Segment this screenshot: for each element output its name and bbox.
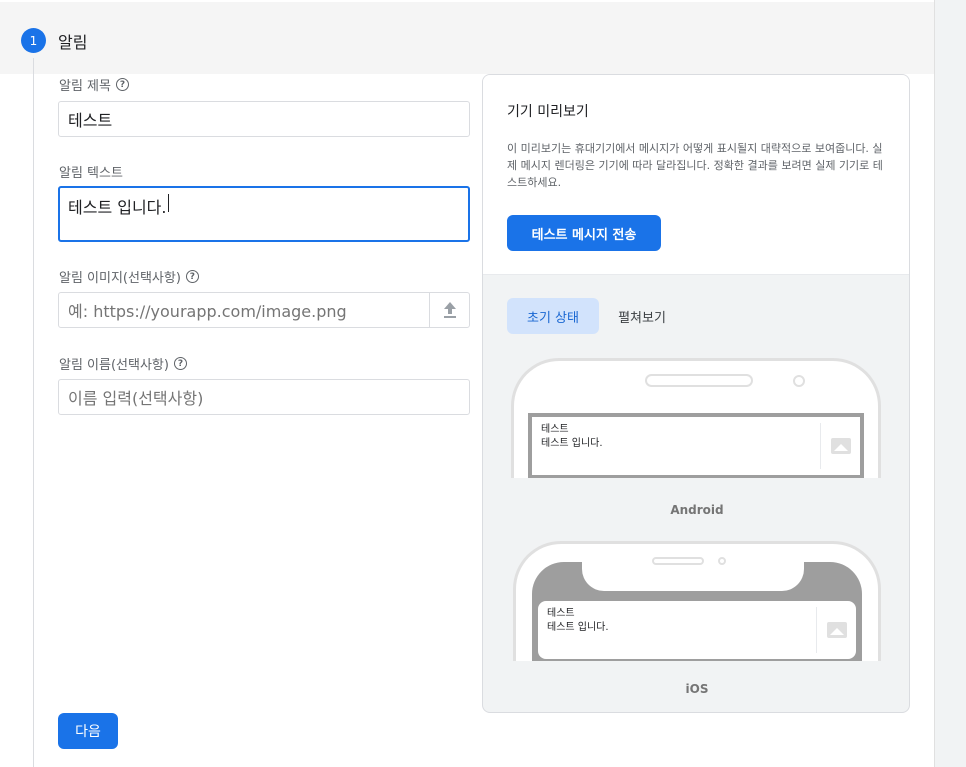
image-icon (826, 622, 847, 638)
android-camera (793, 375, 805, 387)
text-caret (167, 194, 169, 212)
notification-image-placeholder: 예: https://yourapp.com/image.png (68, 302, 347, 321)
step-title: 알림 (58, 33, 88, 52)
ios-camera (718, 557, 726, 565)
preview-header: 기기 미리보기 이 미리보기는 휴대기기에서 메시지가 어떻게 표시될지 대략적… (483, 75, 909, 275)
step-connector-line (33, 58, 34, 767)
notification-name-placeholder: 이름 입력(선택사항) (68, 389, 204, 408)
notification-name-label: 알림 이름(선택사항) ? (59, 354, 187, 373)
notification-name-input[interactable]: 이름 입력(선택사항) (58, 379, 470, 415)
image-icon (830, 438, 851, 454)
device-preview-card: 기기 미리보기 이 미리보기는 휴대기기에서 메시지가 어떻게 표시될지 대략적… (482, 74, 910, 713)
ios-notification-title: 테스트 (547, 608, 575, 619)
notification-image-label: 알림 이미지(선택사항) ? (59, 267, 199, 286)
ios-notification-image (816, 607, 856, 653)
help-circle-icon[interactable]: ? (115, 78, 129, 91)
upload-icon (443, 302, 456, 318)
help-circle-icon[interactable]: ? (173, 357, 187, 370)
notification-text-label: 알림 텍스트 (59, 162, 123, 181)
upload-image-button[interactable] (429, 292, 470, 328)
android-notification-body: 테스트 입니다. (541, 438, 603, 449)
notification-composer-page: 1 알림 알림 제목 ? 테스트 알림 텍스트 테스트 입니다. 알림 이미지(… (0, 0, 934, 767)
ios-phone-mockup: 테스트 테스트 입니다. (513, 541, 881, 661)
notification-image-input[interactable]: 예: https://yourapp.com/image.png (58, 292, 430, 328)
notification-title-label: 알림 제목 ? (59, 75, 129, 94)
tab-expanded-view[interactable]: 펼쳐보기 (605, 298, 679, 334)
preview-description: 이 미리보기는 휴대기기에서 메시지가 어떻게 표시될지 대략적으로 보여줍니다… (507, 142, 883, 189)
notification-name-label-text: 알림 이름(선택사항) (59, 358, 169, 373)
notification-title-input[interactable]: 테스트 (58, 101, 470, 137)
notification-title-value: 테스트 (68, 111, 113, 130)
step-header[interactable]: 1 알림 (0, 2, 934, 74)
notification-text-input[interactable]: 테스트 입니다. (58, 186, 470, 242)
scrollbar-track[interactable] (934, 0, 966, 767)
ios-speaker (652, 557, 704, 565)
ios-notification-body: 테스트 입니다. (547, 622, 609, 633)
send-test-message-button[interactable]: 테스트 메시지 전송 (507, 215, 661, 251)
android-screen: 테스트 테스트 입니다. (528, 413, 864, 478)
android-phone-mockup: 테스트 테스트 입니다. (511, 358, 881, 478)
tab-initial-state[interactable]: 초기 상태 (507, 298, 599, 334)
next-button[interactable]: 다음 (58, 713, 118, 749)
android-notification-image (820, 423, 860, 469)
ios-label: iOS (685, 682, 709, 696)
android-notification: 테스트 테스트 입니다. (532, 417, 860, 475)
preview-title: 기기 미리보기 (507, 104, 589, 120)
notification-text-label-text: 알림 텍스트 (59, 166, 123, 181)
android-label: Android (670, 503, 724, 517)
ios-notification: 테스트 테스트 입니다. (538, 601, 856, 659)
help-circle-icon[interactable]: ? (185, 270, 199, 283)
notification-text-value: 테스트 입니다. (68, 198, 167, 217)
android-speaker (645, 374, 753, 387)
notification-image-label-text: 알림 이미지(선택사항) (59, 271, 181, 286)
notification-title-label-text: 알림 제목 (59, 79, 111, 94)
android-notification-title: 테스트 (541, 424, 569, 435)
step-number-badge: 1 (21, 28, 46, 53)
